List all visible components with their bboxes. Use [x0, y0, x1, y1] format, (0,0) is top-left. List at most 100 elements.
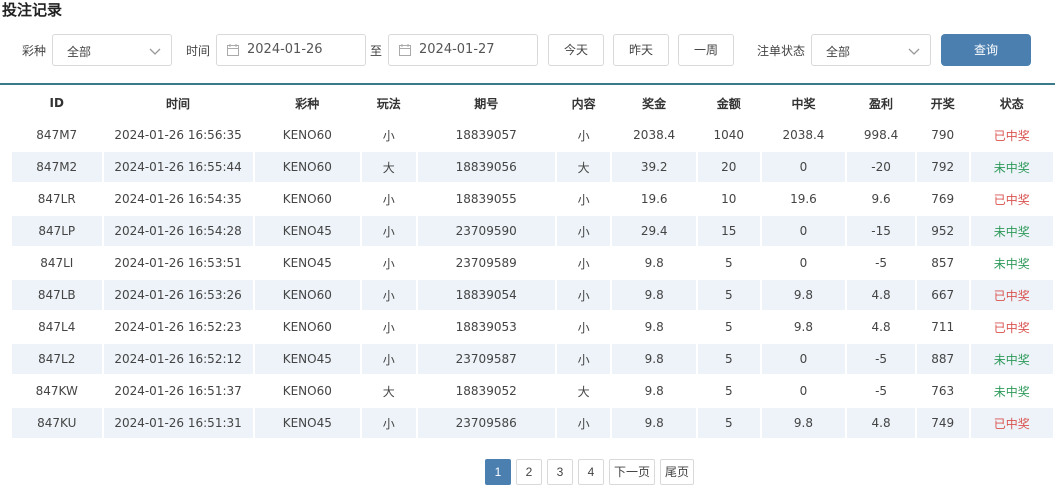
table-cell: 大: [577, 384, 590, 399]
table-cell: KENO45: [254, 216, 360, 246]
table-cell: 小: [556, 216, 611, 246]
table-cell: 小: [577, 128, 590, 143]
status-select-value: 全部: [826, 45, 851, 59]
table-cell: 711: [931, 320, 955, 334]
table-cell: KENO60: [254, 280, 360, 310]
table-cell: 2024-01-26 16:53:26: [103, 280, 253, 310]
status-cell: 已中奖: [993, 128, 1030, 143]
today-button[interactable]: 今天: [548, 34, 604, 66]
page-button-1[interactable]: 1: [485, 459, 511, 485]
lottery-select[interactable]: 全部: [52, 34, 172, 66]
table-cell: 19.6: [790, 192, 817, 206]
table-cell: 952: [916, 216, 969, 246]
table-cell: KENO45: [254, 408, 360, 438]
table-cell: KENO60: [282, 320, 332, 334]
table-cell: 5: [697, 408, 760, 438]
table-cell: 23709589: [455, 256, 517, 270]
column-header: 中奖: [761, 88, 846, 118]
table-cell: 2024-01-26 16:53:51: [114, 256, 242, 270]
page-button-3[interactable]: 3: [547, 459, 573, 485]
last-page-button[interactable]: 尾页: [660, 459, 694, 485]
table-cell: 20: [697, 152, 760, 182]
table-cell: 小: [577, 320, 590, 335]
table-cell: 小: [362, 216, 416, 246]
date-to-input[interactable]: 2024-01-27: [388, 34, 538, 66]
table-row: 847KW 2024-01-26 16:51:37 KENO60 大 18839052 大…: [12, 376, 1053, 406]
table-cell: KENO60: [282, 128, 332, 142]
yesterday-button[interactable]: 昨天: [613, 34, 669, 66]
filter-bar: 彩种 全部 时间 2024-01-26 至 2024-01-27 今天 昨天 一…: [0, 32, 1055, 68]
table-cell: 9.8: [761, 280, 846, 310]
page-button-4[interactable]: 4: [578, 459, 604, 485]
table-cell: 847LB: [12, 280, 102, 310]
table-cell: 9.6: [871, 192, 891, 206]
table-cell: -5: [875, 384, 888, 398]
table-cell: 792: [916, 152, 969, 182]
table-cell: 大: [362, 152, 416, 182]
table-cell: 887: [916, 344, 969, 374]
table-cell: 18839056: [417, 152, 555, 182]
next-page-button[interactable]: 下一页: [609, 459, 655, 485]
table-cell: 0: [761, 344, 846, 374]
status-cell: 未中奖: [970, 344, 1053, 374]
table-cell: 2024-01-26 16:52:12: [103, 344, 253, 374]
to-label: 至: [370, 44, 383, 58]
status-cell: 已中奖: [993, 320, 1030, 335]
lottery-label: 彩种: [22, 44, 47, 58]
status-select[interactable]: 全部: [811, 34, 931, 66]
table-cell: -5: [875, 256, 888, 270]
table-row: 847LB 2024-01-26 16:53:26 KENO60 小 18839054 小…: [12, 280, 1053, 310]
table-cell: 749: [916, 408, 969, 438]
table-cell: 5: [697, 344, 760, 374]
table-cell: 0: [799, 256, 808, 270]
table-cell: 4.8: [847, 280, 915, 310]
date-from-input[interactable]: 2024-01-26: [216, 34, 366, 66]
week-button[interactable]: 一周: [678, 34, 734, 66]
table-cell: 9.8: [612, 280, 696, 310]
table-cell: 29.4: [612, 216, 696, 246]
column-header: 奖金: [612, 88, 696, 118]
table-cell: 23709586: [417, 408, 555, 438]
table-cell: 18839054: [417, 280, 555, 310]
table-cell: 5: [724, 256, 733, 270]
column-header: 彩种: [254, 88, 360, 118]
table-row: 847LR 2024-01-26 16:54:35 KENO60 小 18839055 小…: [12, 184, 1053, 214]
table-cell: 18839057: [455, 128, 517, 142]
table-cell: 2024-01-26 16:51:37: [114, 384, 242, 398]
table-cell: KENO60: [282, 192, 332, 206]
table-cell: -20: [847, 152, 915, 182]
table-cell: 1040: [713, 128, 745, 142]
query-button[interactable]: 查询: [941, 34, 1031, 66]
chevron-down-icon: [149, 45, 161, 60]
status-cell: 未中奖: [993, 384, 1030, 399]
column-header: 内容: [556, 88, 611, 118]
chevron-down-icon: [908, 45, 920, 60]
table-cell: 18839052: [455, 384, 517, 398]
table-cell: 9.8: [761, 408, 846, 438]
page-button-2[interactable]: 2: [516, 459, 542, 485]
table-cell: 19.6: [640, 192, 668, 206]
status-cell: 已中奖: [970, 408, 1053, 438]
table-cell: 2038.4: [633, 128, 676, 142]
table-cell: 857: [931, 256, 955, 270]
lottery-select-value: 全部: [67, 45, 92, 59]
table-cell: 9.8: [644, 320, 664, 334]
column-header: 状态: [970, 88, 1053, 118]
column-header: 玩法: [362, 88, 416, 118]
table-cell: 9.8: [612, 344, 696, 374]
table-cell: 23709587: [417, 344, 555, 374]
table-cell: 15: [697, 216, 760, 246]
table-cell: 5: [724, 320, 733, 334]
page-title: 投注记录: [2, 1, 63, 19]
table-cell: 847L4: [38, 320, 76, 334]
table-cell: 667: [916, 280, 969, 310]
bet-records-table: ID 时间 彩种 玩法 期号 内容 奖金 金额 中奖 盈利 开奖 状态 847M7 2024-01-26…: [10, 86, 1055, 440]
table-cell: 2024-01-26 16:55:44: [103, 152, 253, 182]
table-cell: 4.8: [847, 408, 915, 438]
table-cell: 10: [721, 192, 737, 206]
table-cell: 大: [556, 152, 611, 182]
table-cell: -5: [847, 344, 915, 374]
table-cell: 847LP: [12, 216, 102, 246]
table-cell: 小: [362, 344, 416, 374]
table-cell: 0: [799, 384, 808, 398]
